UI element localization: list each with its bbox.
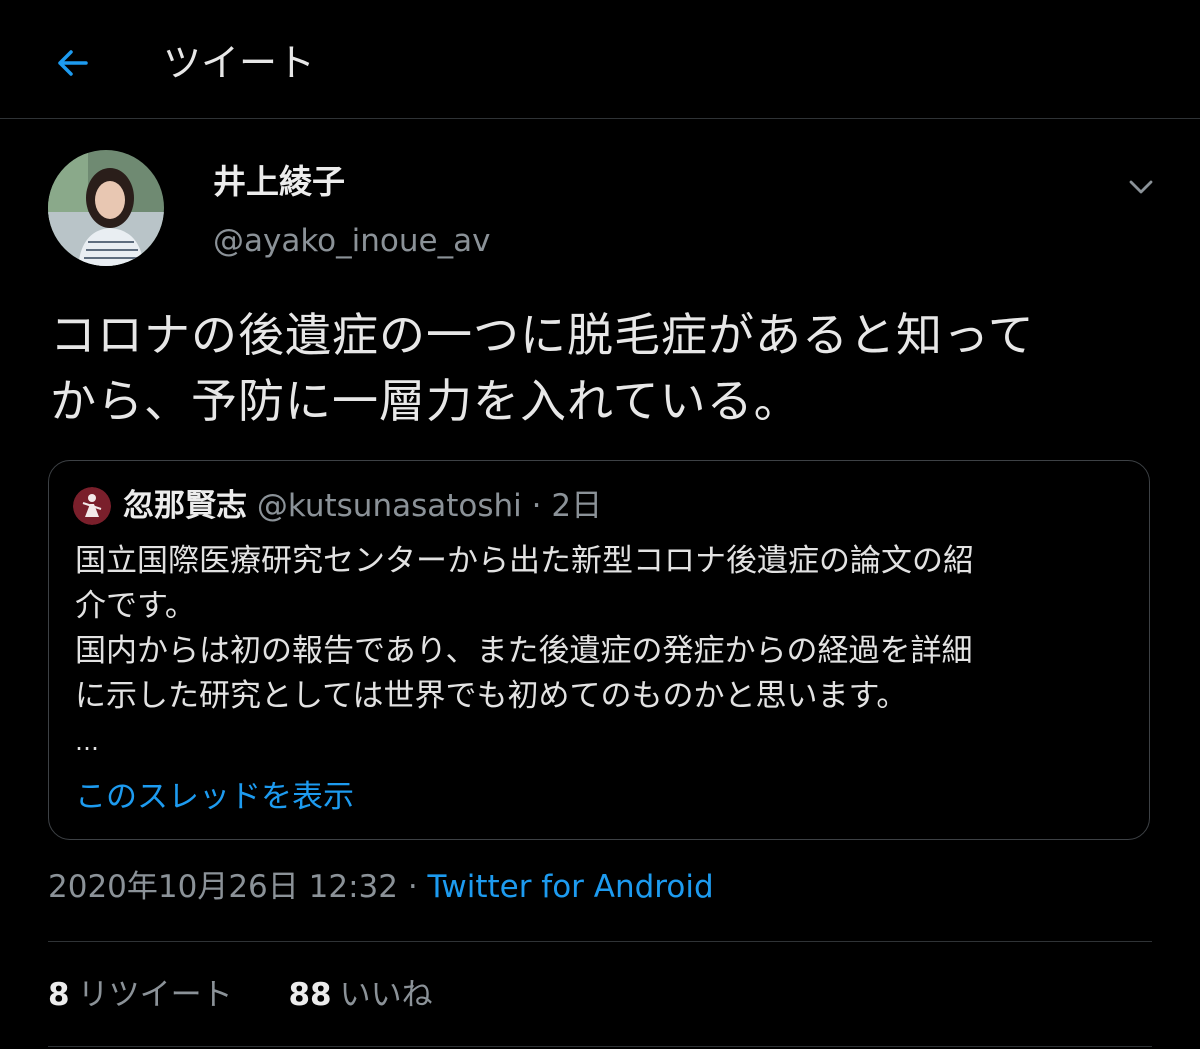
quoted-ellipsis: … <box>75 728 99 756</box>
author-name[interactable]: 井上綾子 <box>213 160 345 204</box>
show-thread-link[interactable]: このスレッドを表示 <box>75 775 354 819</box>
quoted-header: 忽那賢志 @kutsunasatoshi · 2日 <box>123 483 602 529</box>
quoted-text: 国立国際医療研究センターから出た新型コロナ後遺症の論文の紹 介です。 国内からは… <box>75 539 1135 719</box>
quoted-text-line: 国立国際医療研究センターから出た新型コロナ後遺症の論文の紹 <box>75 543 974 579</box>
meta-separator: · <box>397 869 428 905</box>
quoted-text-line: に示した研究としては世界でも初めてのものかと思います。 <box>75 678 908 714</box>
like-label: いいね <box>339 977 433 1013</box>
quoted-author-name: 忽那賢志 <box>123 488 247 524</box>
author-handle[interactable]: @ayako_inoue_av <box>213 220 490 262</box>
quoted-tweet-card[interactable]: 忽那賢志 @kutsunasatoshi · 2日 国立国際医療研究センターから… <box>48 460 1150 840</box>
tweet-source-link[interactable]: Twitter for Android <box>428 869 714 905</box>
back-button[interactable] <box>50 40 96 86</box>
tweet-text-line: コロナの後遺症の一つに脱毛症があると知って <box>50 308 1035 362</box>
quoted-time: 2日 <box>551 488 603 524</box>
avatar-image <box>48 150 164 266</box>
quoted-avatar-image <box>73 487 111 525</box>
like-count[interactable]: 88 いいね <box>288 972 432 1018</box>
tweet-text: コロナの後遺症の一つに脱毛症があると知って から、予防に一層力を入れている。 <box>50 302 1160 434</box>
chevron-down-icon <box>1129 180 1153 194</box>
divider <box>48 1046 1152 1047</box>
top-bar: ツイート <box>0 0 1200 119</box>
tweet-meta: 2020年10月26日 12:32 · Twitter for Android <box>48 864 714 910</box>
tweet-text-line: から、予防に一層力を入れている。 <box>50 374 801 428</box>
quoted-text-line: 介です。 <box>75 588 196 624</box>
quoted-avatar <box>73 487 111 525</box>
quoted-author-handle: @kutsunasatoshi <box>256 488 522 524</box>
retweet-count[interactable]: 8 リツイート <box>48 972 233 1018</box>
retweet-label: リツイート <box>77 977 233 1013</box>
like-number: 88 <box>288 977 332 1013</box>
retweet-number: 8 <box>48 977 70 1013</box>
page-title: ツイート <box>163 41 316 85</box>
more-options-button[interactable] <box>1124 172 1158 202</box>
quoted-separator: · <box>521 488 552 524</box>
tweet-timestamp: 2020年10月26日 12:32 <box>48 869 398 905</box>
quoted-text-line: 国内からは初の報告であり、また後遺症の発症からの経過を詳細 <box>75 633 973 669</box>
divider <box>48 941 1152 942</box>
arrow-left-icon <box>58 50 88 76</box>
tweet-stats: 8 リツイート 88 いいね <box>48 972 479 1018</box>
avatar[interactable] <box>48 150 164 266</box>
